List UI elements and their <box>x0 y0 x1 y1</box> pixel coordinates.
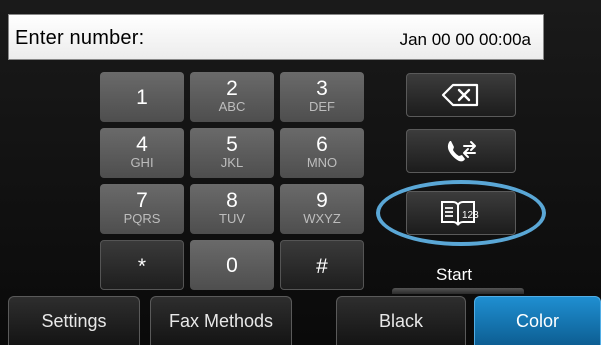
settings-tab[interactable]: Settings <box>8 296 140 345</box>
phonebook-icon: 123 <box>439 199 483 227</box>
key-2[interactable]: 2 ABC <box>190 72 274 122</box>
entry-label: Enter number: <box>15 27 145 49</box>
fax-methods-tab-label: Fax Methods <box>168 310 274 331</box>
key-digit: * <box>137 255 147 278</box>
key-letters: JKL <box>220 155 244 170</box>
redial-button[interactable] <box>406 129 516 173</box>
backspace-button[interactable] <box>406 73 516 117</box>
fax-methods-tab[interactable]: Fax Methods <box>150 296 292 345</box>
key-digit: 3 <box>316 77 328 100</box>
key-6[interactable]: 6 MNO <box>280 128 364 178</box>
key-digit: 6 <box>316 133 328 156</box>
start-button[interactable] <box>392 288 524 294</box>
key-star[interactable]: * <box>100 240 184 290</box>
key-letters: TUV <box>219 211 245 226</box>
key-hash[interactable]: # <box>280 240 364 290</box>
key-digit: 0 <box>226 254 238 277</box>
phonebook-icon-text: 123 <box>462 210 479 221</box>
key-digit: 1 <box>136 86 148 109</box>
key-digit: 4 <box>136 133 148 156</box>
key-digit: # <box>316 255 328 278</box>
key-letters: GHI <box>130 155 154 170</box>
key-0[interactable]: 0 <box>190 240 274 290</box>
start-label: Start <box>436 265 472 284</box>
key-9[interactable]: 9 WXYZ <box>280 184 364 234</box>
key-7[interactable]: 7 PQRS <box>100 184 184 234</box>
color-button-label: Color <box>515 310 559 331</box>
key-letters: ABC <box>218 99 246 114</box>
key-letters: WXYZ <box>303 211 341 226</box>
key-3[interactable]: 3 DEF <box>280 72 364 122</box>
key-digit: 5 <box>226 133 238 156</box>
phonebook-button[interactable]: 123 <box>406 191 516 235</box>
key-digit: 8 <box>226 189 238 212</box>
key-1[interactable]: 1 <box>100 72 184 122</box>
backspace-icon <box>441 83 481 107</box>
key-5[interactable]: 5 JKL <box>190 128 274 178</box>
color-button[interactable]: Color <box>474 296 601 345</box>
key-letters: MNO <box>306 155 338 170</box>
settings-tab-label: Settings <box>41 310 107 331</box>
key-digit: 7 <box>136 189 148 212</box>
fax-screen: Enter number: Jan 00 00 00:00a 1 2 ABC 3… <box>0 0 601 345</box>
key-4[interactable]: 4 GHI <box>100 128 184 178</box>
key-digit: 2 <box>226 77 238 100</box>
key-8[interactable]: 8 TUV <box>190 184 274 234</box>
key-letters: PQRS <box>123 211 161 226</box>
redial-phone-icon <box>444 138 478 164</box>
key-letters: DEF <box>309 99 335 114</box>
key-digit: 9 <box>316 189 328 212</box>
black-button[interactable]: Black <box>336 296 466 345</box>
number-entry-field[interactable]: Enter number: Jan 00 00 00:00a <box>8 14 544 60</box>
black-button-label: Black <box>378 310 423 331</box>
datetime-display: Jan 00 00 00:00a <box>399 30 531 49</box>
